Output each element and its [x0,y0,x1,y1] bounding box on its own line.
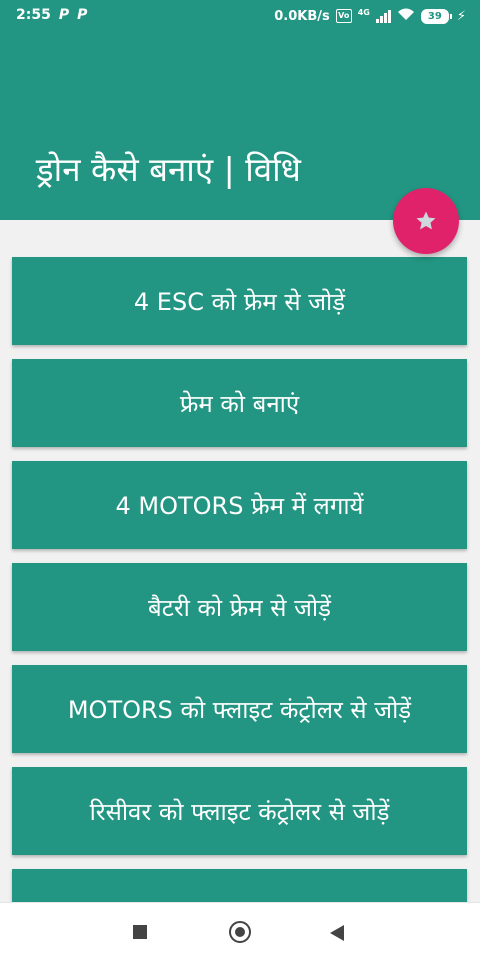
favorite-fab[interactable] [393,188,459,254]
list-item[interactable]: फ्रेम को बनाएं [12,359,467,447]
list-item[interactable]: MOTORS को फ्लाइट कंट्रोलर से जोड़ें [12,665,467,753]
list-item[interactable]: 4 MOTORS फ्रेम में लगायें [12,461,467,549]
steps-list: 4 ESC को फ्रेम से जोड़ें फ्रेम को बनाएं … [12,257,467,902]
list-item[interactable] [12,869,467,902]
recents-button[interactable] [133,925,147,939]
list-item-label: 4 ESC को फ्रेम से जोड़ें [133,287,346,316]
back-button[interactable] [330,925,344,941]
list-item-label: बैटरी को फ्रेम से जोड़ें [148,593,331,622]
list-item-label: MOTORS को फ्लाइट कंट्रोलर से जोड़ें [67,695,412,724]
status-bar: 2:55 P P 0.0KB/s Vo 4G 39 ⚡ [0,0,480,32]
app-bar: 2:55 P P 0.0KB/s Vo 4G 39 ⚡ ड्रोन कैसे ब… [0,0,480,220]
signal-icon [375,9,391,23]
parking-notification-icon: P [58,7,70,23]
list-item[interactable]: रिसीवर को फ्लाइट कंट्रोलर से जोड़ें [12,767,467,855]
battery-icon: 39 [420,8,452,24]
list-item-label: फ्रेम को बनाएं [179,389,300,418]
system-nav-bar [0,902,480,961]
list-item[interactable]: बैटरी को फ्रेम से जोड़ें [12,563,467,651]
list-item-label: 4 MOTORS फ्रेम में लगायें [115,491,364,520]
list-viewport[interactable]: 4 ESC को फ्रेम से जोड़ें फ्रेम को बनाएं … [0,220,480,902]
star-icon [416,211,436,230]
wifi-icon [397,7,415,25]
status-time: 2:55 [16,7,51,23]
home-button[interactable] [229,921,251,943]
charging-icon: ⚡ [456,8,466,24]
network-speed: 0.0KB/s [274,8,330,24]
list-item-label: रिसीवर को फ्लाइट कंट्रोलर से जोड़ें [89,797,390,826]
parking-notification-icon: P [77,7,88,23]
list-item[interactable]: 4 ESC को फ्रेम से जोड़ें [12,257,467,345]
volte-icon: Vo [335,9,352,23]
page-title: ड्रोन कैसे बनाएं | विधि [36,150,301,189]
lte-label: 4G [357,8,370,17]
